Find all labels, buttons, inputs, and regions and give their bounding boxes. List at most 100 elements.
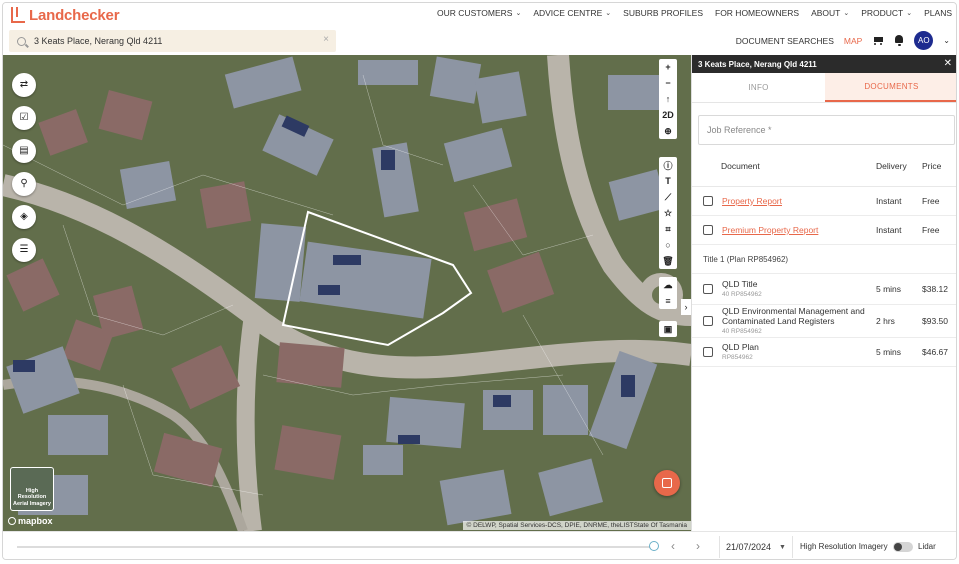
notification-bell-icon[interactable] xyxy=(894,35,904,46)
job-reference-placeholder: Job Reference * xyxy=(707,125,772,135)
document-checkbox[interactable] xyxy=(703,316,713,326)
timeline-slider-track[interactable] xyxy=(17,546,657,548)
map-draw-tools: ⓘ T ⟋ ☆ ⌗ ○ 🗑 xyxy=(659,157,677,269)
document-searches-link[interactable]: DOCUMENT SEARCHES xyxy=(736,36,834,46)
document-delivery: Instant xyxy=(876,225,902,235)
job-reference-input[interactable]: Job Reference * xyxy=(698,115,955,145)
aerial-map[interactable]: ⇄ ☑ ▤ ⚲ ◈ ☰ + − ↑ 2D ⊕ ⓘ T ⟋ ☆ ⌗ ○ 🗑 ☁ ≡ xyxy=(3,55,691,531)
document-price: Free xyxy=(922,196,940,206)
mapbox-logo: mapbox xyxy=(8,516,53,526)
document-row[interactable]: Premium Property Report Instant Free xyxy=(692,216,956,245)
layers-tool-button[interactable]: ◈ xyxy=(12,205,36,229)
document-name: QLD Environmental Management and Contami… xyxy=(722,305,865,327)
search-icon xyxy=(17,36,26,46)
column-price: Price xyxy=(922,160,942,171)
tab-info[interactable]: INFO xyxy=(692,73,825,102)
map-link[interactable]: MAP xyxy=(844,36,862,46)
nav-item-product[interactable]: PRODUCT ⌄ xyxy=(861,8,912,18)
chevron-down-icon: ⌄ xyxy=(906,10,913,17)
close-icon[interactable]: ✕ xyxy=(944,58,952,69)
list-tool-button[interactable]: ☰ xyxy=(12,238,36,262)
document-row[interactable]: Property Report Instant Free xyxy=(692,187,956,216)
info-icon[interactable]: ⓘ xyxy=(659,157,677,173)
timeline-slider-handle[interactable] xyxy=(649,541,659,551)
documents-list: Property Report Instant Free Premium Proper… xyxy=(692,187,956,245)
nav-item-for-homeowners[interactable]: FOR HOMEOWNERS xyxy=(715,8,799,18)
document-row[interactable]: QLD Environmental Management and Contami… xyxy=(692,305,956,338)
high-resolution-imagery-toggle[interactable]: High Resolution Aerial Imagery xyxy=(10,467,54,511)
zoom-out-button[interactable]: − xyxy=(659,75,677,91)
lidar-toggle[interactable] xyxy=(893,542,913,552)
text-tool-icon[interactable]: T xyxy=(659,173,677,189)
document-delivery: Instant xyxy=(876,196,902,206)
chevron-down-icon[interactable]: ⌄ xyxy=(943,36,950,45)
circle-tool-icon[interactable]: ○ xyxy=(659,237,677,253)
document-checkbox[interactable] xyxy=(703,225,713,235)
nav-item-advice-centre[interactable]: ADVICE CENTRE ⌄ xyxy=(533,8,611,18)
polygon-tool-icon[interactable]: ⌗ xyxy=(659,221,677,237)
view-mode-button[interactable]: 2D xyxy=(659,107,677,123)
document-checkbox[interactable] xyxy=(703,284,713,294)
document-price: Free xyxy=(922,225,940,235)
subnav-actions: DOCUMENT SEARCHES MAP AO ⌄ xyxy=(736,31,950,50)
collapse-panel-button[interactable]: › xyxy=(681,299,691,315)
nav-item-label: PLANS xyxy=(924,8,952,18)
landchecker-logo[interactable]: Landchecker xyxy=(11,6,120,24)
chat-icon xyxy=(662,478,672,488)
document-name-cell: QLD Title 40 RP854962 xyxy=(722,279,876,299)
chat-support-button[interactable] xyxy=(654,470,680,496)
nav-item-plans[interactable]: PLANS xyxy=(924,8,952,18)
document-checkbox[interactable] xyxy=(703,196,713,206)
compass-button[interactable]: ↑ xyxy=(659,91,677,107)
map-attribution: © DELWP, Spatial Services-DCS, DPIE, DNR… xyxy=(462,521,691,530)
document-name[interactable]: Premium Property Report xyxy=(722,225,818,235)
pin-tool-button[interactable]: ⚲ xyxy=(12,172,36,196)
document-name: QLD Plan xyxy=(722,342,759,353)
logo-mark-icon xyxy=(11,7,25,23)
user-avatar[interactable]: AO xyxy=(914,31,934,50)
top-navigation: Landchecker OUR CUSTOMERS ⌄ ADVICE CENTRE ⌄… xyxy=(3,3,956,27)
nav-item-about[interactable]: ABOUT ⌄ xyxy=(811,8,849,18)
imagery-date: 21/07/2024 xyxy=(726,542,772,552)
select-tool-button[interactable]: ☑ xyxy=(12,106,36,130)
aerial-imagery xyxy=(3,55,691,531)
chevron-down-icon: ⌄ xyxy=(515,10,522,17)
clipboard-icon: ▤ xyxy=(19,145,29,156)
nav-item-suburb-profiles[interactable]: SUBURB PROFILES xyxy=(623,8,703,18)
document-reference: RP854962 xyxy=(722,353,753,361)
adjust-sliders-icon[interactable]: ≡ xyxy=(659,293,677,309)
map-zoom-controls: + − ↑ 2D ⊕ xyxy=(659,59,677,139)
previous-date-button[interactable]: ‹ xyxy=(671,539,675,553)
left-toolbar: ⇄ ☑ ▤ ⚲ ◈ ☰ xyxy=(12,73,36,262)
document-name[interactable]: Property Report xyxy=(722,196,782,206)
nav-menu: OUR CUSTOMERS ⌄ ADVICE CENTRE ⌄ SUBURB PROFI… xyxy=(437,8,952,18)
route-icon: ⇄ xyxy=(19,79,29,90)
document-checkbox[interactable] xyxy=(703,347,713,357)
image-icon[interactable]: ▣ xyxy=(659,321,677,337)
document-row[interactable]: QLD Plan RP854962 5 mins $46.67 xyxy=(692,338,956,367)
zoom-in-button[interactable]: + xyxy=(659,59,677,75)
caret-down-icon: ▼ xyxy=(779,543,786,551)
trash-icon[interactable]: 🗑 xyxy=(659,253,677,269)
locate-icon[interactable]: ⊕ xyxy=(659,123,677,139)
next-date-button[interactable]: › xyxy=(696,539,700,553)
logo-text: Landchecker xyxy=(29,6,120,24)
panel-tabs: INFO DOCUMENTS xyxy=(692,73,956,103)
document-row[interactable]: QLD Title 40 RP854962 5 mins $38.12 xyxy=(692,274,956,305)
star-marker-icon[interactable]: ☆ xyxy=(659,205,677,221)
address-search-input[interactable]: 3 Keats Place, Nerang Qld 4211 × xyxy=(9,30,336,52)
cart-icon[interactable] xyxy=(872,36,884,46)
route-tool-button[interactable]: ⇄ xyxy=(12,73,36,97)
imagery-date-select[interactable]: 21/07/2024 ▼ xyxy=(719,536,793,558)
document-delivery: 5 mins xyxy=(876,284,902,294)
cloud-download-icon[interactable]: ☁ xyxy=(659,277,677,293)
column-delivery: Delivery xyxy=(876,160,907,171)
measure-line-icon[interactable]: ⟋ xyxy=(659,189,677,205)
title-documents-list: QLD Title 40 RP854962 5 mins $38.12 QLD Envi… xyxy=(692,274,956,367)
clear-search-icon[interactable]: × xyxy=(323,34,329,45)
clipboard-tool-button[interactable]: ▤ xyxy=(12,139,36,163)
high-res-imagery-label: High Resolution Imagery xyxy=(800,542,888,551)
tab-documents[interactable]: DOCUMENTS xyxy=(825,73,956,102)
document-name-cell: QLD Environmental Management and Contami… xyxy=(722,306,876,336)
nav-item-our-customers[interactable]: OUR CUSTOMERS ⌄ xyxy=(437,8,521,18)
